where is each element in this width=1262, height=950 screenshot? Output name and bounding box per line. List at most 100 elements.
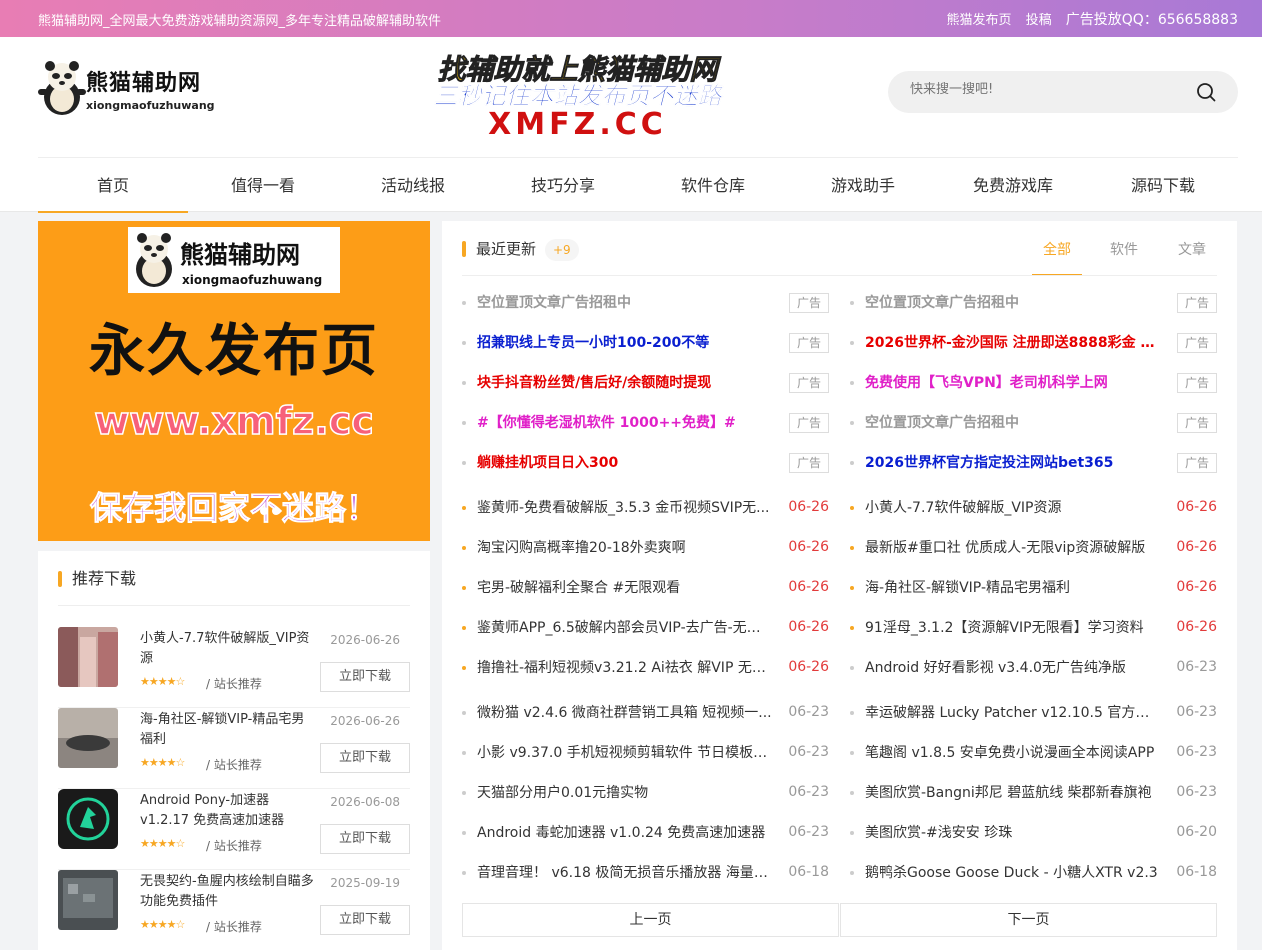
post-row[interactable]: 鹅鸭杀Goose Goose Duck - 小糖人XTR v2.3 06-18	[850, 853, 1217, 893]
post-row[interactable]: 音理音理！ v6.18 极简无损音乐播放器 海量精... 06-18	[462, 853, 829, 893]
ad-title[interactable]: 块手抖音粉丝赞/售后好/余额随时提现	[477, 374, 772, 392]
bullet-dot	[850, 341, 854, 345]
ad-row[interactable]: 躺赚挂机项目日入300 广告	[462, 443, 829, 483]
list-item[interactable]: 小黄人-7.7软件破解版_VIP资源 2026-06-26 ★★★★☆ / 站长…	[58, 627, 410, 708]
post-row[interactable]: 鉴黄师-免费看破解版_3.5.3 金币视频SVIP无... 06-26	[462, 488, 829, 528]
post-row[interactable]: 91淫母_3.1.2【资源解VIP无限看】学习资料 06-26	[850, 608, 1217, 648]
search-icon[interactable]	[1196, 82, 1216, 102]
ad-row[interactable]: #【你懂得老湿机软件 1000++免费】# 广告	[462, 403, 829, 443]
nav-item-source-code[interactable]: 源码下载	[1088, 158, 1238, 213]
post-title[interactable]: 笔趣阁 v1.8.5 安卓免费小说漫画全本阅读APP	[865, 744, 1160, 762]
post-row[interactable]: 幸运破解器 Lucky Patcher v12.10.5 官方最新... 06-2…	[850, 693, 1217, 733]
post-title[interactable]: 海-角社区-解锁VIP-精品宅男福利	[865, 579, 1160, 597]
post-row[interactable]: 微粉猫 v2.4.6 微商社群营销工具箱 短视频一... 06-23	[462, 693, 829, 733]
nav-item-worth-seeing[interactable]: 值得一看	[188, 158, 338, 213]
carousel-dot[interactable]	[260, 507, 268, 515]
ad-title[interactable]: 招兼职线上专员一小时100-200不等	[477, 334, 772, 352]
carousel-dot[interactable]	[272, 507, 280, 515]
tab-all[interactable]: 全部	[1032, 231, 1082, 276]
post-row[interactable]: Android 毒蛇加速器 v1.0.24 免费高速加速器 06-23	[462, 813, 829, 853]
post-row[interactable]: 宅男-破解福利全聚合 #无限观看 06-26	[462, 568, 829, 608]
post-title[interactable]: 撸撸社-福利短视频v3.21.2 Ai祛衣 解VIP 无限...	[477, 659, 772, 677]
list-item[interactable]: Android Pony-加速器 v1.2.17 免费高速加速器 2026-06…	[58, 789, 410, 870]
list-item[interactable]: 无畏契约-鱼腥内核绘制自瞄多功能免费插件 2025-09-19 ★★★★☆ / …	[58, 870, 410, 950]
nav-item-software[interactable]: 软件仓库	[638, 158, 788, 213]
site-logo[interactable]: 熊猫辅助网 xiongmaofuzhuwang	[38, 59, 228, 121]
publish-page-link[interactable]: 熊猫发布页	[946, 13, 1011, 28]
item-name[interactable]: 海-角社区-解锁VIP-精品宅男福利	[140, 710, 315, 750]
item-name[interactable]: 小黄人-7.7软件破解版_VIP资源	[140, 629, 315, 669]
ad-title[interactable]: 空位置顶文章广告招租中	[865, 294, 1160, 312]
download-button[interactable]: 立即下载	[320, 743, 410, 773]
post-row[interactable]: 美图欣赏-Bangni邦尼 碧蓝航线 柴郡新春旗袍 06-23	[850, 773, 1217, 813]
ad-row[interactable]: 空位置顶文章广告招租中 广告	[850, 283, 1217, 323]
post-row[interactable]: 小黄人-7.7软件破解版_VIP资源 06-26	[850, 488, 1217, 528]
post-title[interactable]: 小黄人-7.7软件破解版_VIP资源	[865, 499, 1160, 517]
post-row[interactable]: 撸撸社-福利短视频v3.21.2 Ai祛衣 解VIP 无限... 06-26	[462, 648, 829, 688]
post-title[interactable]: 小影 v9.37.0 手机短视频剪辑软件 节日模板一...	[477, 744, 772, 762]
next-page-button[interactable]: 下一页	[840, 903, 1217, 937]
post-title[interactable]: 天猫部分用户0.01元撸实物	[477, 784, 772, 802]
post-title[interactable]: 鉴黄师APP_6.5破解内部会员VIP-去广告-无限...	[477, 619, 772, 637]
post-title[interactable]: 最新版#重口社 优质成人-无限vip资源破解版	[865, 539, 1160, 557]
ad-title[interactable]: 2026世界杯官方指定投注网站bet365	[865, 454, 1160, 472]
post-row[interactable]: 美图欣赏-#浅安安 珍珠 06-20	[850, 813, 1217, 853]
submit-link[interactable]: 投稿	[1026, 13, 1052, 28]
ad-row[interactable]: 块手抖音粉丝赞/售后好/余额随时提现 广告	[462, 363, 829, 403]
ad-title[interactable]: 2026世界杯-金沙国际 注册即送8888彩金 十...	[865, 334, 1160, 352]
post-title[interactable]: 音理音理！ v6.18 极简无损音乐播放器 海量精...	[477, 864, 772, 882]
ad-title[interactable]: 躺赚挂机项目日入300	[477, 454, 772, 472]
tab-articles[interactable]: 文章	[1167, 231, 1217, 276]
post-row[interactable]: 鉴黄师APP_6.5破解内部会员VIP-去广告-无限... 06-26	[462, 608, 829, 648]
post-row[interactable]: 小影 v9.37.0 手机短视频剪辑软件 节日模板一... 06-23	[462, 733, 829, 773]
ad-row[interactable]: 2026世界杯官方指定投注网站bet365 广告	[850, 443, 1217, 483]
nav-item-deals[interactable]: 活动线报	[338, 158, 488, 213]
ad-row[interactable]: 招兼职线上专员一小时100-200不等 广告	[462, 323, 829, 363]
ad-title[interactable]: 免费使用【飞鸟VPN】老司机科学上网	[865, 374, 1160, 392]
nav-item-home[interactable]: 首页	[38, 158, 188, 213]
post-title[interactable]: 美图欣赏-#浅安安 珍珠	[865, 824, 1160, 842]
post-row[interactable]: 最新版#重口社 优质成人-无限vip资源破解版 06-26	[850, 528, 1217, 568]
post-title[interactable]: 鹅鸭杀Goose Goose Duck - 小糖人XTR v2.3	[865, 864, 1160, 882]
poster-headline: 永久发布页	[89, 319, 379, 384]
post-title[interactable]: 淘宝闪购高概率撸20-18外卖爽啊	[477, 539, 772, 557]
ad-row[interactable]: 2026世界杯-金沙国际 注册即送8888彩金 十... 广告	[850, 323, 1217, 363]
ad-title[interactable]: #【你懂得老湿机软件 1000++免费】#	[477, 414, 772, 432]
post-title[interactable]: 宅男-破解福利全聚合 #无限观看	[477, 579, 772, 597]
ad-row[interactable]: 空位置顶文章广告招租中 广告	[462, 283, 829, 323]
publish-page-poster[interactable]: 熊猫辅助网 xiongmaofuzhuwang 永久发布页 www.xmfz.c…	[38, 221, 430, 541]
ad-row[interactable]: 空位置顶文章广告招租中 广告	[850, 403, 1217, 443]
item-name[interactable]: 无畏契约-鱼腥内核绘制自瞄多功能免费插件	[140, 872, 315, 912]
download-button[interactable]: 立即下载	[320, 662, 410, 692]
post-row[interactable]: 笔趣阁 v1.8.5 安卓免费小说漫画全本阅读APP 06-23	[850, 733, 1217, 773]
post-title[interactable]: 美图欣赏-Bangni邦尼 碧蓝航线 柴郡新春旗袍	[865, 784, 1160, 802]
list-item[interactable]: 海-角社区-解锁VIP-精品宅男福利 2026-06-26 ★★★★☆ / 站长…	[58, 708, 410, 789]
post-row[interactable]: 淘宝闪购高概率撸20-18外卖爽啊 06-26	[462, 528, 829, 568]
top-links: 熊猫发布页 投稿 广告投放QQ：656658883	[936, 9, 1238, 29]
post-title[interactable]: 鉴黄师-免费看破解版_3.5.3 金币视频SVIP无...	[477, 499, 772, 517]
post-title[interactable]: Android 好好看影视 v3.4.0无广告纯净版	[865, 659, 1160, 677]
post-row[interactable]: 海-角社区-解锁VIP-精品宅男福利 06-26	[850, 568, 1217, 608]
tab-software[interactable]: 软件	[1099, 231, 1149, 276]
nav-item-free-games[interactable]: 免费游戏库	[938, 158, 1088, 213]
post-date: 06-26	[788, 579, 829, 595]
download-button[interactable]: 立即下载	[320, 824, 410, 854]
post-title[interactable]: 微粉猫 v2.4.6 微商社群营销工具箱 短视频一...	[477, 704, 772, 722]
prev-page-button[interactable]: 上一页	[462, 903, 839, 937]
post-title[interactable]: 91淫母_3.1.2【资源解VIP无限看】学习资料	[865, 619, 1160, 637]
download-button[interactable]: 立即下载	[320, 905, 410, 935]
ad-title[interactable]: 空位置顶文章广告招租中	[865, 414, 1160, 432]
star-rating: ★★★★☆	[140, 675, 185, 688]
post-title[interactable]: 幸运破解器 Lucky Patcher v12.10.5 官方最新...	[865, 704, 1160, 722]
nav-item-tips[interactable]: 技巧分享	[488, 158, 638, 213]
nav-item-game-helper[interactable]: 游戏助手	[788, 158, 938, 213]
bullet-dot	[850, 381, 854, 385]
post-row[interactable]: 天猫部分用户0.01元撸实物 06-23	[462, 773, 829, 813]
post-row[interactable]: Android 好好看影视 v3.4.0无广告纯净版 06-23	[850, 648, 1217, 688]
item-name[interactable]: Android Pony-加速器 v1.2.17 免费高速加速器	[140, 791, 315, 831]
header-banner[interactable]: 找辅助就上熊猫辅助网 三秒记住本站发布页不迷路 XMFZ.CC	[340, 53, 815, 143]
ad-row[interactable]: 免费使用【飞鸟VPN】老司机科学上网 广告	[850, 363, 1217, 403]
ad-title[interactable]: 空位置顶文章广告招租中	[477, 294, 772, 312]
post-title[interactable]: Android 毒蛇加速器 v1.0.24 免费高速加速器	[477, 824, 772, 842]
search-input[interactable]	[910, 82, 1180, 97]
